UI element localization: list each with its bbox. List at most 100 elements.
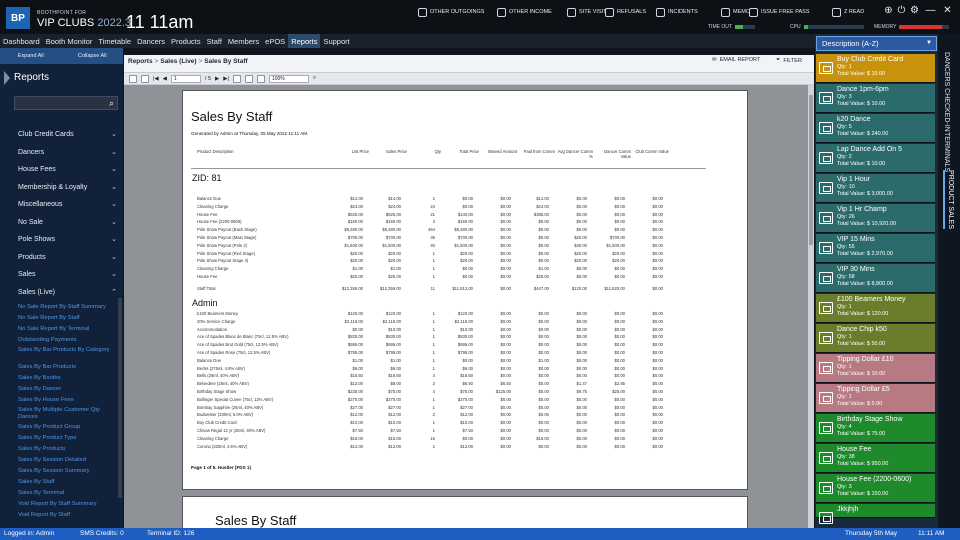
category-0[interactable]: Club Credit Cards ⌄	[0, 126, 123, 144]
report-link[interactable]: Sales By House Fees	[0, 395, 117, 406]
email-report-button[interactable]: ✉ EMAIL REPORT	[712, 57, 760, 63]
report-link[interactable]: Sales By Product Type	[0, 433, 117, 444]
zoom-select[interactable]: 100%	[268, 74, 309, 83]
menu-item-booth-monitor[interactable]: Booth Monitor	[43, 34, 96, 48]
crumb-sales-live[interactable]: Sales (Live)	[160, 58, 196, 65]
sort-select[interactable]: Description (A-Z) ▼	[816, 36, 937, 51]
product-sale-card[interactable]: Birthday Stage Show Qty: 4 Total Value: $ …	[816, 414, 935, 443]
top-action-4[interactable]: INCIDENTS	[656, 6, 698, 18]
page-number-input[interactable]: 1	[170, 74, 201, 83]
category-7[interactable]: Products ⌄	[0, 249, 123, 267]
export-icon[interactable]	[141, 74, 149, 83]
product-sale-card[interactable]: Dance Chip k50 Qty: 1 Total Value: $ 50.00	[816, 324, 935, 353]
next-page-icon[interactable]: ▶	[215, 76, 219, 82]
category-9[interactable]: Sales (Live) ⌃	[0, 284, 123, 302]
table-row: Accommodation $0.00 $10.00 1 $10.00 $0.00 $0.0…	[197, 326, 717, 334]
side-tab-1[interactable]: TERMINALS	[943, 132, 950, 172]
side-tab-0[interactable]: DANCERS CHECKED-IN	[943, 52, 950, 132]
report-link[interactable]: Sales By Bar Products	[0, 362, 117, 373]
collapse-all-button[interactable]: Collapse All	[62, 48, 124, 64]
search-icon[interactable]: ⌕	[109, 98, 114, 109]
top-action-1[interactable]: OTHER INCOME	[497, 6, 552, 18]
product-sale-card[interactable]: Vip 1 Hour Qty: 10 Total Value: $ 3,000.00	[816, 174, 935, 203]
report-link[interactable]: No Sale Report By Staff Summary	[0, 302, 117, 313]
top-action-6[interactable]: ISSUE FREE PASS	[749, 6, 810, 18]
product-sale-card[interactable]: Buy Club Credit Card Qty: 1 Total Value: $…	[816, 54, 935, 83]
top-action-0[interactable]: OTHER OUTGOINGS	[418, 6, 484, 18]
globe-icon[interactable]: ⊕	[883, 5, 894, 16]
product-sale-card[interactable]: House Fee (2200-0600) Qty: 3 Total Value: …	[816, 474, 935, 503]
filter-button[interactable]: ⏷ FILTER	[776, 57, 802, 64]
product-sale-card[interactable]: k20 Dance Qty: 5 Total Value: $ 240.00	[816, 114, 935, 143]
menu-item-dashboard[interactable]: Dashboard	[0, 34, 43, 48]
report-link[interactable]: Sales By Multiple Customer Qty Dances	[0, 406, 117, 422]
top-action-7[interactable]: Z READ	[832, 6, 864, 18]
report-link[interactable]: Sales By Terminal	[0, 488, 117, 499]
menu-item-timetable[interactable]: Timetable	[95, 34, 134, 48]
report-link[interactable]: Sales By Booths	[0, 373, 117, 384]
report-link[interactable]: Outstanding Payments	[0, 335, 117, 346]
find-icon[interactable]: ⌕	[313, 75, 316, 82]
refresh-icon[interactable]	[129, 74, 137, 83]
product-sale-card[interactable]: £100 Beamers Money Qty: 1 Total Value: $ 1…	[816, 294, 935, 323]
menu-item-support[interactable]: Support	[320, 34, 352, 48]
category-1[interactable]: Dancers ⌄	[0, 144, 123, 162]
save-icon[interactable]	[256, 74, 265, 83]
menu-item-members[interactable]: Members	[225, 34, 262, 48]
top-action-2[interactable]: SITE VISIT	[567, 6, 607, 18]
report-link[interactable]: Void Report By Staff Summary	[0, 499, 117, 510]
expand-all-button[interactable]: Expand All	[0, 48, 62, 64]
menu-item-dancers[interactable]: Dancers	[134, 34, 168, 48]
product-sale-card[interactable]: Jkkjhjh	[816, 504, 935, 524]
product-sale-card[interactable]: Tipping Dollar £5 Qty: 1 Total Value: $ 5.…	[816, 384, 935, 413]
report-link[interactable]: No Sale Report By Terminal	[0, 324, 117, 335]
category-5[interactable]: No Sale ⌄	[0, 214, 123, 232]
product-name: Dance Chip k50	[837, 326, 887, 333]
product-sale-card[interactable]: House Fee Qty: 38 Total Value: $ 950.00	[816, 444, 935, 473]
table-cell: $0.00	[576, 196, 587, 201]
category-2[interactable]: House Fees ⌄	[0, 161, 123, 179]
report-link[interactable]: Sales By Products	[0, 444, 117, 455]
close-icon[interactable]: ✕	[942, 5, 953, 16]
menu-item-epos[interactable]: ePOS	[262, 34, 288, 48]
menu-item-reports[interactable]: Reports	[288, 34, 321, 48]
power-icon[interactable]: ⏻	[896, 5, 907, 16]
last-page-icon[interactable]: ▶|	[223, 76, 229, 82]
top-action-3[interactable]: REFUSALS	[605, 6, 646, 18]
minimize-icon[interactable]: —	[925, 5, 936, 16]
product-sale-card[interactable]: VIP 15 Mins Qty: 55 Total Value: $ 2,970.0…	[816, 234, 935, 263]
print-layout-icon[interactable]	[232, 74, 241, 83]
menu-item-products[interactable]: Products	[168, 34, 204, 48]
viewer-scrollbar[interactable]	[808, 85, 814, 528]
product-sale-card[interactable]: VIP 30 Mins Qty: 58 Total Value: $ 8,800.0…	[816, 264, 935, 293]
report-link[interactable]: Sales By Session Summary	[0, 466, 117, 477]
product-sale-card[interactable]: Lap Dance Add On 5 Qty: 2 Total Value: $ 1…	[816, 144, 935, 173]
report-search-input[interactable]: ⌕	[14, 96, 118, 110]
side-tab-2[interactable]: PRODUCT SALES	[943, 170, 954, 229]
gear-icon[interactable]: ⚙	[909, 5, 920, 16]
sidebar-scrollbar[interactable]	[118, 298, 122, 498]
table-cell: $14.00	[536, 196, 549, 201]
category-4[interactable]: Miscellaneous ⌄	[0, 196, 123, 214]
report-link[interactable]: Sales By Staff	[0, 477, 117, 488]
top-action-5[interactable]: MEMO	[721, 6, 750, 18]
scroll-thumb[interactable]	[809, 95, 813, 245]
report-link[interactable]: Void Report By Staff	[0, 510, 117, 521]
report-link[interactable]: No Sale Report By Staff	[0, 313, 117, 324]
product-sale-card[interactable]: Vip 1 Hr Champ Qty: 26 Total Value: $ 10,9…	[816, 204, 935, 233]
prev-page-icon[interactable]: ◀	[163, 76, 167, 82]
report-link[interactable]: Sales By Dancer	[0, 384, 117, 395]
first-page-icon[interactable]: |◀	[153, 76, 159, 82]
category-8[interactable]: Sales ⌄	[0, 266, 123, 284]
print-icon[interactable]	[244, 74, 253, 83]
table-cell: $0.00	[576, 420, 587, 426]
report-link[interactable]: Sales By Session Detailed	[0, 455, 117, 466]
product-sale-card[interactable]: Dance 1pm-6pm Qty: 3 Total Value: $ 10.00	[816, 84, 935, 113]
report-link[interactable]: Sales By Bar Products By Category	[0, 346, 117, 362]
menu-item-staff[interactable]: Staff	[204, 34, 225, 48]
category-6[interactable]: Pole Shows ⌄	[0, 231, 123, 249]
category-3[interactable]: Membership & Loyalty ⌄	[0, 179, 123, 197]
report-link[interactable]: Sales By Product Group	[0, 422, 117, 433]
product-sale-card[interactable]: Tipping Dollar £10 Qty: 1 Total Value: $ 1…	[816, 354, 935, 383]
crumb-reports[interactable]: Reports	[128, 58, 153, 65]
